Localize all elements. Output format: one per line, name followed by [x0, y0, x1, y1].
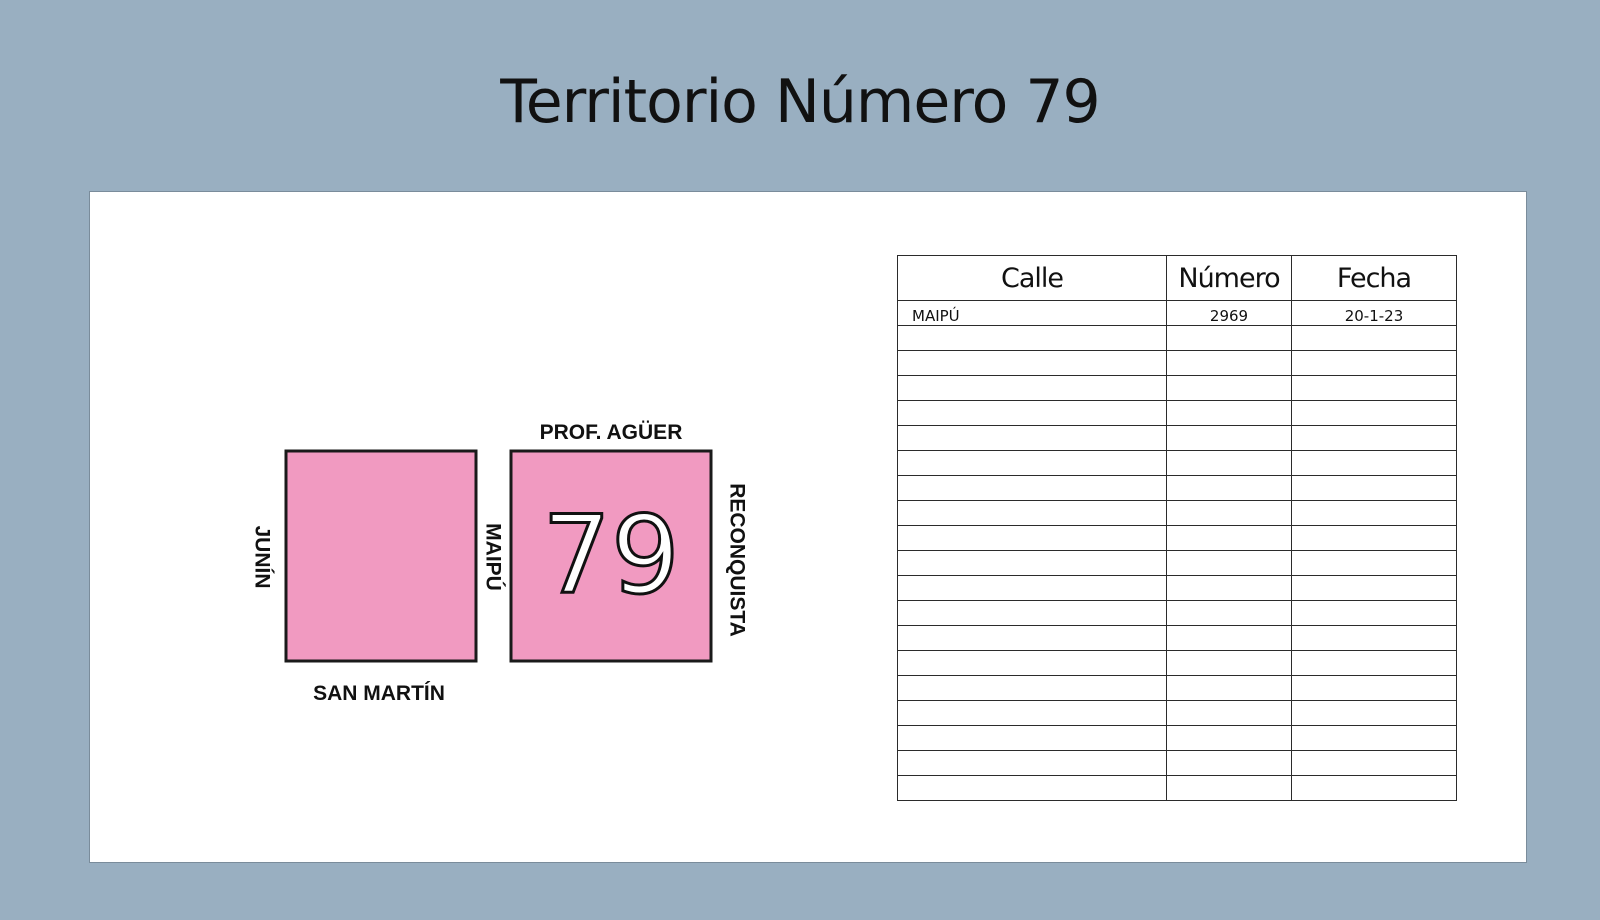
cell-number — [1166, 750, 1292, 776]
cell-street — [897, 575, 1167, 601]
cell-number — [1166, 625, 1292, 651]
cell-date — [1291, 725, 1457, 751]
cell-street — [897, 425, 1167, 451]
cell-date — [1291, 625, 1457, 651]
cell-date — [1291, 400, 1457, 426]
cell-street — [897, 600, 1167, 626]
cell-number — [1166, 425, 1292, 451]
table-row — [897, 375, 1457, 401]
cell-date — [1291, 750, 1457, 776]
cell-number — [1166, 500, 1292, 526]
cell-number — [1166, 700, 1292, 726]
visit-log-table: Calle Número Fecha MAIPÚ 2969 20-1-23 — [897, 255, 1457, 801]
cell-number: 2969 — [1166, 300, 1292, 326]
table-row — [897, 650, 1457, 676]
cell-number — [1166, 650, 1292, 676]
cell-street — [897, 625, 1167, 651]
cell-date — [1291, 675, 1457, 701]
column-header-date: Fecha — [1291, 255, 1457, 301]
column-header-street: Calle — [897, 255, 1167, 301]
cell-street — [897, 400, 1167, 426]
cell-date — [1291, 650, 1457, 676]
cell-number — [1166, 550, 1292, 576]
cell-number — [1166, 525, 1292, 551]
cell-street — [897, 450, 1167, 476]
cell-street: MAIPÚ — [897, 300, 1167, 326]
cell-street — [897, 350, 1167, 376]
table-row — [897, 500, 1457, 526]
table-row — [897, 600, 1457, 626]
table-row — [897, 400, 1457, 426]
cell-number — [1166, 725, 1292, 751]
cell-number — [1166, 400, 1292, 426]
cell-street — [897, 325, 1167, 351]
street-label-west: JUNÍN — [251, 525, 274, 588]
cell-date — [1291, 775, 1457, 801]
cell-street — [897, 500, 1167, 526]
cell-street — [897, 725, 1167, 751]
cell-street — [897, 675, 1167, 701]
table-row — [897, 575, 1457, 601]
cell-date — [1291, 375, 1457, 401]
street-label-north: PROF. AGÜER — [540, 421, 683, 444]
cell-street — [897, 700, 1167, 726]
cell-number — [1166, 325, 1292, 351]
cell-street — [897, 375, 1167, 401]
cell-date — [1291, 700, 1457, 726]
cell-date — [1291, 350, 1457, 376]
column-header-number: Número — [1166, 255, 1292, 301]
cell-number — [1166, 375, 1292, 401]
street-label-east: RECONQUISTA — [726, 483, 749, 637]
street-label-south: SAN MARTÍN — [313, 682, 445, 705]
cell-number — [1166, 350, 1292, 376]
left-block — [284, 449, 478, 663]
cell-number — [1166, 575, 1292, 601]
table-row — [897, 675, 1457, 701]
table-row — [897, 350, 1457, 376]
table-header-row: Calle Número Fecha — [897, 255, 1457, 301]
cell-date: 20-1-23 — [1291, 300, 1457, 326]
table-row — [897, 450, 1457, 476]
cell-street — [897, 650, 1167, 676]
cell-street — [897, 475, 1167, 501]
table-row — [897, 325, 1457, 351]
territory-number-label: 79 — [542, 494, 679, 619]
cell-street — [897, 525, 1167, 551]
table-row: MAIPÚ 2969 20-1-23 — [897, 300, 1457, 326]
cell-number — [1166, 675, 1292, 701]
cell-date — [1291, 475, 1457, 501]
table-row — [897, 750, 1457, 776]
table-row — [897, 625, 1457, 651]
cell-number — [1166, 450, 1292, 476]
table-row — [897, 475, 1457, 501]
cell-date — [1291, 500, 1457, 526]
table-row — [897, 725, 1457, 751]
cell-date — [1291, 525, 1457, 551]
cell-street — [897, 775, 1167, 801]
cell-number — [1166, 600, 1292, 626]
table-row — [897, 775, 1457, 801]
cell-date — [1291, 550, 1457, 576]
table-body: MAIPÚ 2969 20-1-23 — [897, 300, 1457, 801]
table-row — [897, 700, 1457, 726]
cell-date — [1291, 575, 1457, 601]
cell-number — [1166, 775, 1292, 801]
cell-number — [1166, 475, 1292, 501]
cell-date — [1291, 600, 1457, 626]
cell-date — [1291, 425, 1457, 451]
table-row — [897, 425, 1457, 451]
cell-date — [1291, 450, 1457, 476]
table-row — [897, 525, 1457, 551]
cell-street — [897, 550, 1167, 576]
table-row — [897, 550, 1457, 576]
cell-date — [1291, 325, 1457, 351]
street-label-middle: MAIPÚ — [482, 523, 506, 591]
cell-street — [897, 750, 1167, 776]
